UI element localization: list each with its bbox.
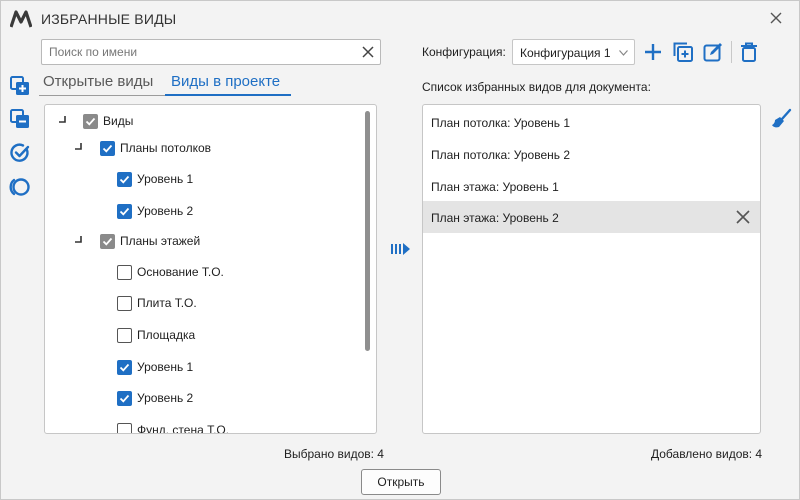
collapse-toggle-icon[interactable] [75,236,83,244]
checkbox[interactable] [117,295,132,311]
add-config-icon[interactable] [672,41,694,63]
checkbox[interactable] [117,390,132,406]
collapse-toggle-icon[interactable] [75,143,83,151]
app-logo-icon [10,10,32,28]
checkbox[interactable] [117,203,132,219]
favorites-list: План потолка: Уровень 1 План потолка: Ур… [422,104,761,434]
uncheck-all-icon[interactable] [8,175,32,199]
checkbox[interactable] [117,171,132,187]
tab-open-views[interactable]: Открытые виды [43,73,153,90]
checkbox[interactable] [117,264,132,280]
active-tab-underline [165,94,291,96]
list-item-selected[interactable]: План этажа: Уровень 2 [423,201,760,233]
remove-views-icon[interactable] [8,107,32,131]
config-label: Конфигурация: [422,45,506,59]
list-item[interactable]: План потолка: Уровень 1 [423,106,760,138]
search-input[interactable] [42,40,342,64]
window-title: ИЗБРАННЫЕ ВИДЫ [41,11,177,27]
tree-item[interactable]: Уровень 1 [117,356,193,378]
tree-item[interactable]: Фунд. стена Т.О. [117,419,229,433]
checkbox[interactable] [117,359,132,375]
config-selected-value: Конфигурация 1 [520,46,611,60]
tab-project-views[interactable]: Виды в проекте [171,73,280,90]
tree-item[interactable]: Основание Т.О. [117,261,224,283]
toolbar-separator [731,41,732,63]
tree-item[interactable]: Площадка [117,324,195,346]
selected-count: Выбрано видов: 4 [284,447,384,461]
checkbox[interactable] [100,140,115,156]
check-all-icon[interactable] [8,141,32,165]
remove-item-icon[interactable] [736,210,750,224]
add-views-icon[interactable] [8,74,32,98]
tree-item[interactable]: Виды [83,110,133,132]
search-box [41,39,381,65]
broom-icon[interactable] [770,108,792,130]
checkbox[interactable] [117,422,132,433]
list-item[interactable]: План потолка: Уровень 2 [423,138,760,170]
tree-item[interactable]: Уровень 2 [117,387,193,409]
tab-divider [39,95,169,96]
close-icon[interactable] [767,9,785,27]
checkbox[interactable] [117,327,132,343]
view-tabs: Открытые виды Виды в проекте [39,71,381,97]
tree-item[interactable]: Уровень 2 [117,200,193,222]
checkbox[interactable] [100,233,115,249]
collapse-toggle-icon[interactable] [59,116,67,124]
views-tree: Виды Планы потолков Уровень 1 Уровень 2 … [44,104,377,434]
config-dropdown[interactable]: Конфигурация 1 [512,39,635,65]
added-count: Добавлено видов: 4 [651,447,763,461]
edit-icon[interactable] [702,41,724,63]
checkbox[interactable] [83,113,98,129]
add-to-list-arrow-icon[interactable] [389,241,413,257]
open-button[interactable]: Открыть [361,469,441,495]
tree-item[interactable]: Уровень 1 [117,168,193,190]
tree-item[interactable]: Планы потолков [100,137,211,159]
tree-item[interactable]: Планы этажей [100,230,200,252]
tree-item[interactable]: Плита Т.О. [117,292,197,314]
title-bar: ИЗБРАННЫЕ ВИДЫ [1,1,799,37]
clear-search-icon[interactable] [361,45,375,59]
plus-icon[interactable] [642,41,664,63]
dialog-window: ИЗБРАННЫЕ ВИДЫ Открытые виды Виды в прое… [0,0,800,500]
favorites-list-title: Список избранных видов для документа: [422,80,651,94]
delete-icon[interactable] [738,41,760,63]
list-item[interactable]: План этажа: Уровень 1 [423,170,760,202]
chevron-down-icon [619,50,628,56]
tree-scrollbar-thumb[interactable] [365,111,370,351]
